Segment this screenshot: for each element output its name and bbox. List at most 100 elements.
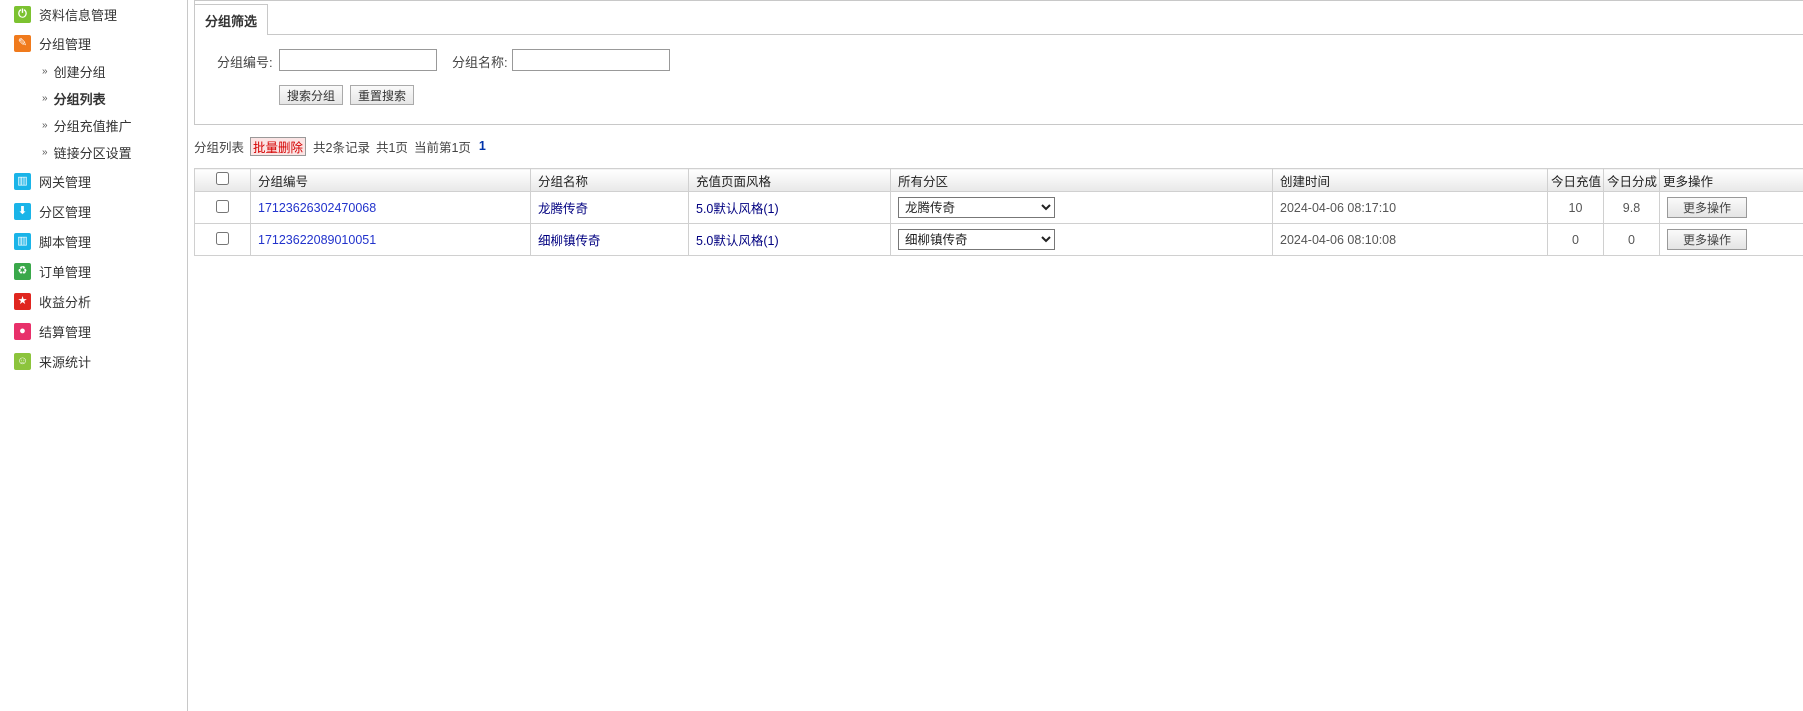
column-header: 充值页面风格 [688, 168, 891, 192]
chevron-right-icon: » [42, 65, 47, 77]
partition-select[interactable]: 龙腾传奇 [898, 197, 1055, 218]
nav-item-settlement[interactable]: ● 结算管理 [14, 321, 91, 341]
group-id-label: 分组编号: [217, 55, 273, 70]
partition-cell: 龙腾传奇 [890, 191, 1273, 224]
nav-item-profile[interactable]: ⏻ 资料信息管理 [14, 4, 117, 24]
style-cell: 5.0默认风格(1) [688, 223, 891, 256]
sub-item-label: 链接分区设置 [53, 145, 132, 161]
chevron-right-icon: » [42, 146, 47, 158]
group-id-link[interactable]: 17123626302470068 [258, 201, 376, 215]
group-table: 分组编号 分组名称 充值页面风格 所有分区 创建时间 今日充值 今日分成 更多操… [194, 168, 1803, 256]
created-time-cell: 2024-04-06 08:17:10 [1272, 191, 1548, 224]
table-row: 17123626302470068 龙腾传奇 5.0默认风格(1) 龙腾传奇 2… [194, 191, 1803, 224]
smile-icon: ☺ [14, 352, 31, 370]
select-all-cell [194, 168, 251, 192]
main-content: 分组筛选 分组编号: 分组名称: 搜索分组 重置搜索 分组列表 批量删除 共2条… [194, 0, 1803, 711]
star-icon: ★ [14, 292, 31, 310]
download-icon: ⬇ [14, 202, 31, 220]
page-count: 共1页 [375, 140, 408, 155]
group-name-label: 分组名称: [452, 55, 508, 70]
row-check-cell [194, 223, 251, 256]
pencil-icon: ✎ [14, 34, 31, 52]
nav-item-gateway[interactable]: ▥ 网关管理 [14, 171, 91, 191]
page-link[interactable]: 1 [479, 139, 486, 153]
group-name-cell: 细柳镇传奇 [530, 223, 689, 256]
column-header: 创建时间 [1272, 168, 1548, 192]
style-link[interactable]: 5.0默认风格(1) [696, 202, 779, 216]
today-share-cell: 0 [1603, 223, 1660, 256]
partition-select[interactable]: 细柳镇传奇 [898, 229, 1055, 250]
group-id-link[interactable]: 17123622089010051 [258, 233, 376, 247]
today-recharge-cell: 10 [1547, 191, 1604, 224]
group-name-link[interactable]: 细柳镇传奇 [538, 234, 601, 248]
nav-item-source-stats[interactable]: ☺ 来源统计 [14, 351, 91, 371]
column-header: 今日充值 [1547, 168, 1604, 192]
nav-label: 分组管理 [39, 36, 92, 52]
tab-group-filter[interactable]: 分组筛选 [194, 4, 268, 35]
chevron-right-icon: » [42, 92, 47, 104]
group-name-link[interactable]: 龙腾传奇 [538, 202, 588, 216]
nav-item-group[interactable]: ✎ 分组管理 [14, 33, 91, 53]
style-link[interactable]: 5.0默认风格(1) [696, 234, 779, 248]
today-recharge-cell: 0 [1547, 223, 1604, 256]
sub-item-create-group[interactable]: » 创建分组 [42, 61, 106, 81]
batch-delete-button[interactable]: 批量删除 [250, 136, 307, 156]
group-name-input[interactable] [512, 49, 670, 71]
sub-item-label: 分组充值推广 [53, 118, 132, 134]
sub-item-label: 创建分组 [53, 64, 106, 80]
column-header: 今日分成 [1603, 168, 1660, 192]
grid-icon: ▥ [14, 232, 31, 250]
nav-item-revenue[interactable]: ★ 收益分析 [14, 291, 91, 311]
nav-label: 来源统计 [39, 354, 92, 370]
more-actions-button[interactable]: 更多操作 [1667, 229, 1747, 250]
search-group-button[interactable]: 搜索分组 [279, 85, 344, 105]
today-share-cell: 9.8 [1603, 191, 1660, 224]
row-check-cell [194, 191, 251, 224]
group-id-input[interactable] [279, 49, 437, 71]
table-row: 17123622089010051 细柳镇传奇 5.0默认风格(1) 细柳镇传奇… [194, 223, 1803, 256]
select-all-checkbox[interactable] [216, 172, 229, 185]
sidebar: ⏻ 资料信息管理 ✎ 分组管理 » 创建分组 » 分组列表 » 分组充值推广 »… [0, 0, 188, 711]
row-checkbox[interactable] [216, 199, 229, 213]
nav-label: 分区管理 [39, 204, 92, 220]
nav-item-script[interactable]: ▥ 脚本管理 [14, 231, 91, 251]
group-id-cell: 17123622089010051 [250, 223, 531, 256]
current-page: 当前第1页 [413, 140, 471, 155]
partition-cell: 细柳镇传奇 [890, 223, 1273, 256]
nav-label: 网关管理 [39, 174, 92, 190]
chevron-right-icon: » [42, 119, 47, 131]
grid-icon: ▥ [14, 172, 31, 190]
filter-panel: 分组筛选 分组编号: 分组名称: 搜索分组 重置搜索 [194, 0, 1803, 125]
table-header-row: 分组编号 分组名称 充值页面风格 所有分区 创建时间 今日充值 今日分成 更多操… [194, 168, 1803, 192]
nav-label: 脚本管理 [39, 234, 92, 250]
nav-label: 结算管理 [39, 324, 92, 340]
nav-item-order[interactable]: ♻ 订单管理 [14, 261, 91, 281]
reset-search-button[interactable]: 重置搜索 [350, 85, 415, 105]
nav-item-partition[interactable]: ⬇ 分区管理 [14, 201, 91, 221]
more-actions-cell: 更多操作 [1659, 223, 1803, 256]
column-header: 所有分区 [890, 168, 1273, 192]
column-header: 分组名称 [530, 168, 689, 192]
list-title: 分组列表 [194, 140, 245, 155]
nav-label: 收益分析 [39, 294, 92, 310]
column-header: 更多操作 [1659, 168, 1803, 192]
sub-item-link-partition[interactable]: » 链接分区设置 [42, 142, 132, 162]
list-toolbar: 分组列表 批量删除 共2条记录 共1页 当前第1页 1 [194, 136, 486, 156]
column-header: 分组编号 [250, 168, 531, 192]
nav-label: 订单管理 [39, 264, 92, 280]
created-time-cell: 2024-04-06 08:10:08 [1272, 223, 1548, 256]
record-count: 共2条记录 [313, 140, 370, 155]
row-checkbox[interactable] [216, 231, 229, 245]
power-icon: ⏻ [14, 5, 31, 23]
group-id-cell: 17123626302470068 [250, 191, 531, 224]
record-icon: ● [14, 322, 31, 340]
nav-label: 资料信息管理 [39, 7, 118, 23]
recycle-icon: ♻ [14, 262, 31, 280]
group-name-cell: 龙腾传奇 [530, 191, 689, 224]
sub-item-label: 分组列表 [53, 91, 106, 107]
sub-item-group-list[interactable]: » 分组列表 [42, 88, 106, 108]
tab-divider [267, 34, 1803, 35]
sub-item-group-promotion[interactable]: » 分组充值推广 [42, 115, 132, 135]
more-actions-button[interactable]: 更多操作 [1667, 197, 1747, 218]
style-cell: 5.0默认风格(1) [688, 191, 891, 224]
